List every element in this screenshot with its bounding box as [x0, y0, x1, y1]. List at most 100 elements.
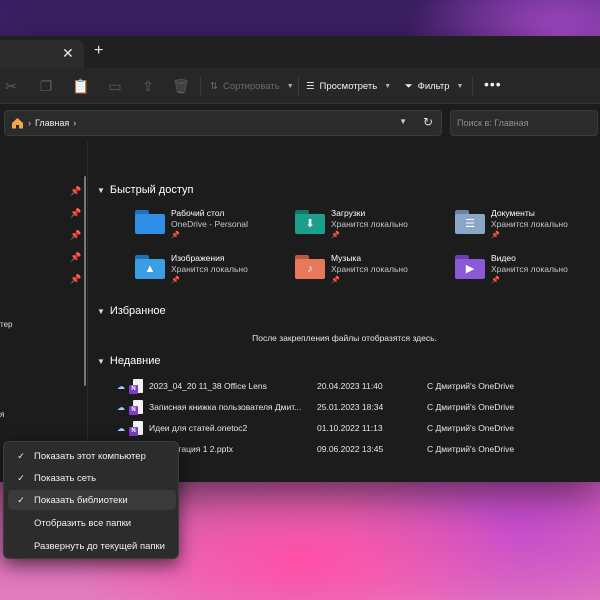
command-bar: ✂ ❐ 📋 ▭ ⇪ 🗑 ⇅ Сортировать ▼ ☰ Просмотрет… [0, 68, 600, 104]
filter-icon: ⏷ [405, 80, 413, 92]
menu-item-label: Развернуть до текущей папки [34, 540, 165, 552]
file-date: 09.06.2022 13:45 [317, 444, 384, 454]
refresh-icon[interactable]: ↻ [423, 115, 433, 129]
share-icon[interactable]: ⇪ [139, 77, 157, 95]
file-name: Идеи для статей.onetoc2 [149, 423, 248, 433]
new-tab-icon[interactable]: + [94, 42, 103, 60]
section-recent[interactable]: ▼ Недавние [97, 355, 160, 367]
file-location: С Дмитрий's OneDrive [427, 423, 515, 433]
search-input[interactable]: Поиск в: Главная [450, 110, 598, 136]
item-name: Музыка [331, 253, 362, 263]
recent-row[interactable]: ☁ N Идеи для статей.onetoc2 01.10.2022 1… [117, 420, 587, 436]
section-title: Избранное [109, 305, 166, 317]
nav-item-this-pc[interactable]: тер [0, 320, 12, 329]
file-name: 2023_04_20 11_38 Office Lens [149, 381, 267, 391]
menu-item-show-network[interactable]: ✓ Показать сеть [8, 468, 176, 488]
quick-access-item-downloads[interactable]: ⬇ Загрузки Хранится локально 📌 [295, 208, 445, 241]
pin-icon: 📌 [491, 277, 500, 284]
item-name: Изображения [171, 253, 225, 263]
copy-icon[interactable]: ❐ [37, 77, 55, 95]
view-label: Просмотреть [319, 80, 378, 92]
file-explorer-window: ✕ + ✂ ❐ 📋 ▭ ⇪ 🗑 ⇅ Сортировать ▼ ☰ Просмо… [0, 36, 600, 482]
chevron-down-icon: ▼ [286, 82, 294, 90]
quick-access-item-pictures[interactable]: ▲ Изображения Хранится локально 📌 [135, 253, 285, 286]
menu-item-show-all-folders[interactable]: Отобразить все папки [8, 513, 176, 533]
pin-icon: 📌 [70, 208, 82, 218]
videos-folder-icon: ▶ [455, 255, 485, 279]
checkmark-icon: ✓ [17, 450, 25, 461]
chevron-down-icon[interactable]: ▼ [399, 117, 407, 126]
menu-item-show-libraries[interactable]: ✓ Показать библиотеки [8, 490, 176, 510]
chevron-down-icon: ▼ [97, 306, 105, 316]
section-title: Быстрый доступ [109, 184, 194, 196]
quick-access-item-desktop[interactable]: Рабочий стол OneDrive - Personal 📌 [135, 208, 285, 241]
view-icon: ☰ [306, 80, 315, 92]
breadcrumb-home[interactable]: Главная [35, 118, 69, 128]
cut-icon[interactable]: ✂ [2, 77, 20, 95]
paste-icon[interactable]: 📋 [72, 77, 90, 95]
pin-icon: 📌 [331, 232, 340, 239]
close-tab-icon[interactable]: ✕ [62, 45, 74, 62]
checkmark-icon: ✓ [17, 494, 25, 505]
menu-item-show-this-pc[interactable]: ✓ Показать этот компьютер [8, 446, 176, 466]
desktop-folder-icon [135, 210, 165, 234]
item-location: Хранится локально [491, 219, 568, 229]
menu-item-label: Отобразить все папки [34, 517, 132, 529]
toolbar-divider [472, 76, 473, 96]
quick-access-item-videos[interactable]: ▶ Видео Хранится локально 📌 [455, 253, 600, 286]
address-bar[interactable]: › Главная › ▼ ↻ [4, 110, 442, 136]
file-location: С Дмитрий's OneDrive [427, 444, 515, 454]
pictures-folder-icon: ▲ [135, 255, 165, 279]
breadcrumb-separator[interactable]: › [73, 118, 76, 128]
nav-pane-context-menu: ✓ Показать этот компьютер ✓ Показать сет… [3, 441, 179, 559]
music-folder-icon: ♪ [295, 255, 325, 279]
toolbar-divider [298, 76, 299, 96]
nav-scrollbar[interactable] [84, 176, 86, 386]
sort-button[interactable]: ⇅ Сортировать ▼ [210, 68, 294, 104]
file-date: 01.10.2022 11:13 [317, 423, 383, 433]
rename-icon[interactable]: ▭ [106, 77, 124, 95]
file-date: 20.04.2023 11:40 [317, 381, 383, 391]
menu-item-label: Показать библиотеки [34, 494, 128, 506]
recent-row[interactable]: ☁ P Презентация 1 2.pptx 09.06.2022 13:4… [117, 441, 587, 457]
pin-icon: 📌 [491, 232, 500, 239]
chevron-down-icon: ▼ [97, 185, 105, 195]
recent-row[interactable]: ☁ N 2023_04_20 11_38 Office Lens 20.04.2… [117, 378, 587, 394]
nav-item-libraries[interactable]: я [0, 410, 4, 419]
file-date: 25.01.2023 18:34 [317, 402, 384, 412]
navigation-pane: 📌 📌 📌 📌 📌 тер я [0, 142, 88, 482]
pin-icon: 📌 [331, 277, 340, 284]
menu-item-expand-to-current[interactable]: Развернуть до текущей папки [8, 536, 176, 556]
pin-icon: 📌 [70, 186, 82, 196]
item-location: Хранится локально [331, 219, 408, 229]
file-name: Записная книжка пользователя Дмит... [149, 402, 302, 412]
tab-bar: ✕ + [0, 36, 600, 68]
menu-item-label: Показать сеть [34, 472, 97, 484]
delete-icon[interactable]: 🗑 [172, 77, 190, 95]
sort-label: Сортировать [222, 80, 280, 92]
quick-access-item-documents[interactable]: ☰ Документы Хранится локально 📌 [455, 208, 600, 241]
filter-button[interactable]: ⏷ Фильтр ▼ [405, 68, 463, 104]
section-title: Недавние [109, 355, 161, 367]
chevron-down-icon: ▼ [97, 356, 105, 366]
documents-folder-icon: ☰ [455, 210, 485, 234]
recent-row[interactable]: ☁ N Записная книжка пользователя Дмит...… [117, 399, 587, 415]
quick-access-item-music[interactable]: ♪ Музыка Хранится локально 📌 [295, 253, 445, 286]
item-name: Видео [491, 253, 516, 263]
home-icon [12, 118, 23, 129]
downloads-folder-icon: ⬇ [295, 210, 325, 234]
pin-icon: 📌 [70, 252, 82, 262]
item-location: Хранится локально [171, 264, 248, 274]
onenote-file-icon: N [129, 420, 143, 436]
section-favorites[interactable]: ▼ Избранное [97, 305, 166, 317]
chevron-down-icon: ▼ [384, 82, 392, 90]
more-options-icon[interactable]: ••• [484, 76, 502, 92]
section-quick-access[interactable]: ▼ Быстрый доступ [97, 184, 193, 196]
cloud-icon: ☁ [117, 423, 125, 433]
onenote-file-icon: N [129, 378, 143, 394]
view-button[interactable]: ☰ Просмотреть ▼ [306, 68, 391, 104]
tab-home[interactable]: ✕ [0, 40, 84, 68]
cloud-icon: ☁ [117, 381, 125, 391]
breadcrumb-separator: › [28, 118, 31, 128]
item-location: OneDrive - Personal [171, 219, 249, 229]
